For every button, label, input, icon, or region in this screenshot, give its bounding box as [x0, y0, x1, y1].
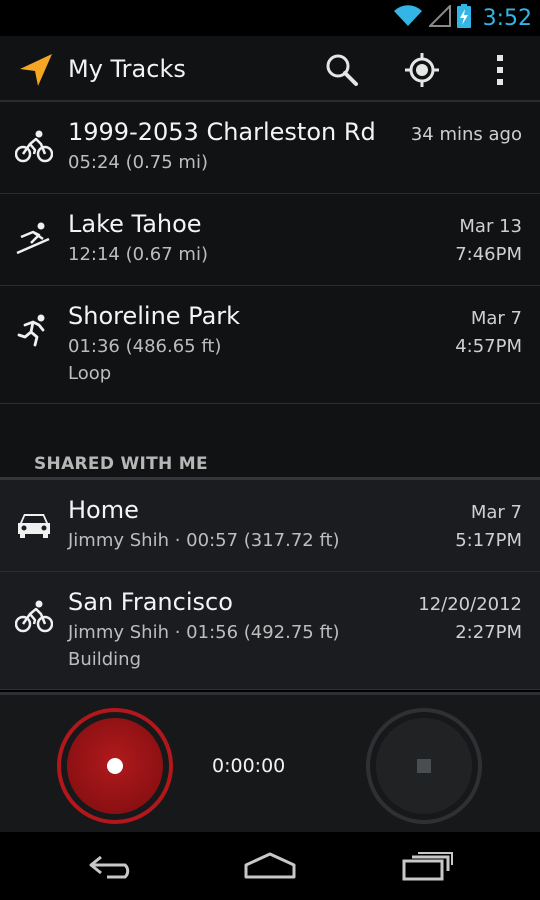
- track-detail: Jimmy Shih · 00:57 (317.72 ft): [68, 530, 340, 551]
- status-icons: 3:52: [393, 3, 532, 32]
- track-detail: Jimmy Shih · 01:56 (492.75 ft): [68, 622, 340, 643]
- shared-track-row[interactable]: San Francisco Jimmy Shih · 01:56 (492.75…: [0, 572, 540, 690]
- track-date: 12/20/2012: [418, 594, 522, 615]
- track-time: 2:27PM: [455, 622, 522, 643]
- track-row[interactable]: Lake Tahoe 12:14 (0.67 mi) Mar 13 7:46PM: [0, 194, 540, 286]
- track-date: 34 mins ago: [410, 124, 522, 145]
- status-clock: 3:52: [482, 5, 532, 31]
- track-name: 1999-2053 Charleston Rd: [68, 118, 376, 146]
- recording-controls: 0:00:00: [0, 692, 540, 832]
- running-icon: [14, 310, 54, 350]
- stop-button[interactable]: [366, 708, 482, 824]
- track-time: 5:17PM: [455, 530, 522, 551]
- track-name: San Francisco: [68, 588, 233, 616]
- record-dot-icon: [107, 758, 123, 774]
- track-row[interactable]: 1999-2053 Charleston Rd 05:24 (0.75 mi) …: [0, 102, 540, 194]
- shared-section-header: SHARED WITH ME: [0, 404, 540, 480]
- my-location-icon[interactable]: [402, 50, 442, 90]
- search-icon[interactable]: [322, 50, 362, 90]
- track-name: Lake Tahoe: [68, 210, 202, 238]
- track-name: Shoreline Park: [68, 302, 241, 330]
- overflow-menu-icon[interactable]: [480, 50, 520, 90]
- track-description: Building: [68, 649, 142, 670]
- status-bar: 3:52: [0, 0, 540, 36]
- biking-icon: [14, 126, 54, 166]
- recording-timer: 0:00:00: [212, 755, 286, 777]
- track-detail: 12:14 (0.67 mi): [68, 244, 208, 265]
- track-detail: 05:24 (0.75 mi): [68, 152, 208, 173]
- action-bar: My Tracks: [0, 36, 540, 102]
- shared-track-row[interactable]: Home Jimmy Shih · 00:57 (317.72 ft) Mar …: [0, 480, 540, 572]
- record-button[interactable]: [57, 708, 173, 824]
- car-icon: [14, 504, 54, 544]
- home-icon[interactable]: [240, 848, 300, 884]
- track-row[interactable]: Shoreline Park 01:36 (486.65 ft) Loop Ma…: [0, 286, 540, 404]
- track-name: Home: [68, 496, 139, 524]
- track-date: Mar 7: [470, 502, 522, 523]
- app-title: My Tracks: [68, 55, 186, 83]
- signal-icon: [427, 3, 451, 31]
- battery-charging-icon: [456, 4, 471, 32]
- track-date: Mar 13: [459, 216, 522, 237]
- navigation-arrow-icon[interactable]: [16, 50, 56, 90]
- skiing-icon: [14, 218, 54, 258]
- system-nav-bar: [0, 832, 540, 900]
- back-icon[interactable]: [82, 848, 142, 884]
- track-time: 7:46PM: [455, 244, 522, 265]
- track-list: 1999-2053 Charleston Rd 05:24 (0.75 mi) …: [0, 102, 540, 690]
- track-time: 4:57PM: [455, 336, 522, 357]
- biking-icon: [14, 596, 54, 636]
- track-description: Loop: [68, 363, 112, 384]
- record-button-face: [67, 718, 163, 814]
- wifi-icon: [393, 5, 423, 31]
- stop-button-face: [376, 718, 472, 814]
- recent-apps-icon[interactable]: [398, 848, 458, 884]
- track-detail: 01:36 (486.65 ft): [68, 336, 222, 357]
- stop-square-icon: [417, 759, 431, 773]
- section-label: SHARED WITH ME: [34, 454, 208, 474]
- track-date: Mar 7: [470, 308, 522, 329]
